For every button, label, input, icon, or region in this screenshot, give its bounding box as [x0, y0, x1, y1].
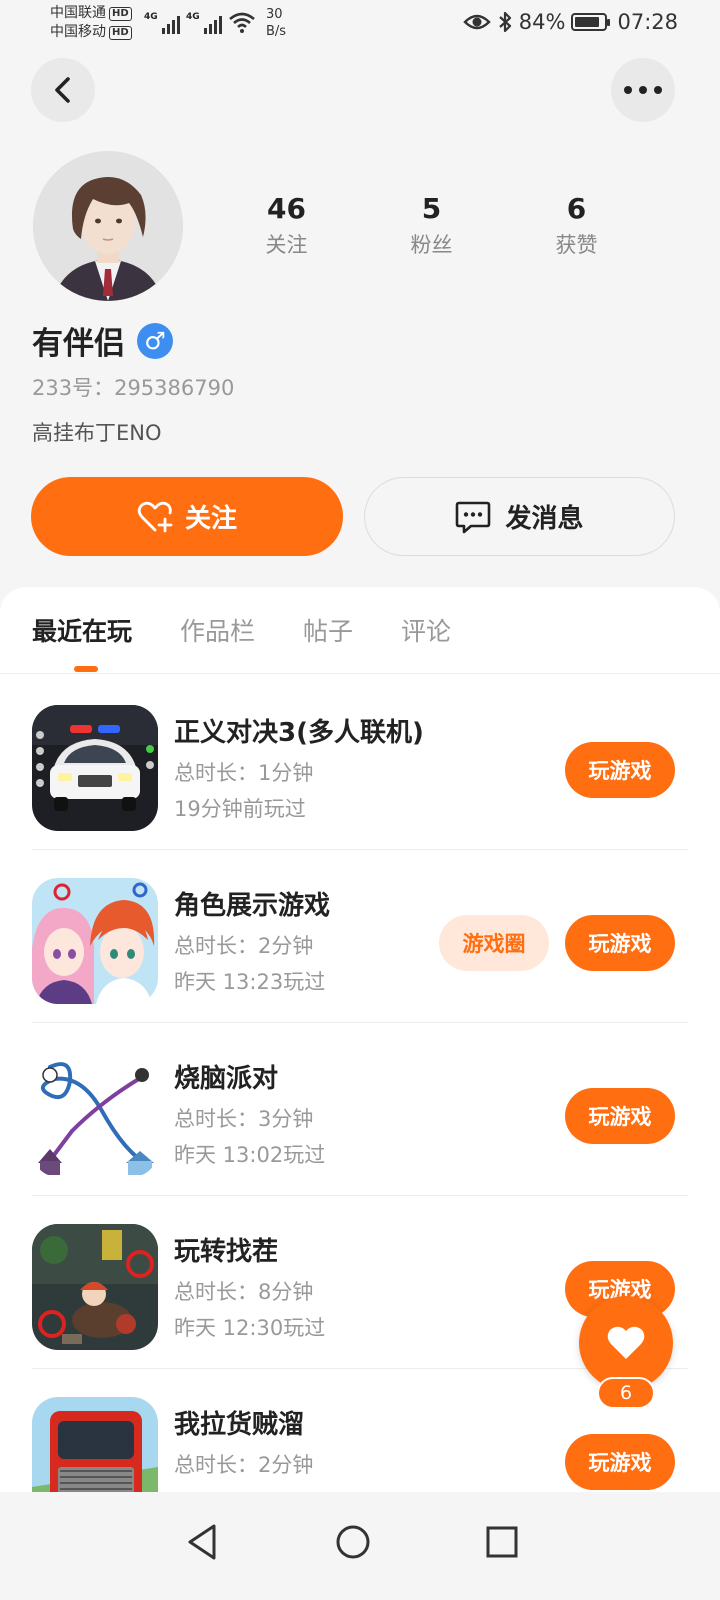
- hd-badge: HD: [109, 26, 132, 40]
- battery-percent: 84%: [518, 10, 566, 34]
- game-title: 我拉货贼溜: [174, 1410, 305, 1440]
- game-icon-spot-difference[interactable]: [32, 1224, 158, 1350]
- stat-followers[interactable]: 5 粉丝: [359, 192, 504, 260]
- tab-divider: [0, 673, 720, 674]
- follow-label: 关注: [184, 503, 237, 533]
- carrier-2: 中国移动: [50, 24, 106, 40]
- game-last-played: 昨天 12:30玩过: [174, 1316, 326, 1340]
- signal-icon: 4G: [144, 12, 180, 34]
- play-game-button[interactable]: 玩游戏: [565, 1434, 675, 1490]
- game-item[interactable]: 正义对决3(多人联机) 总时长：1分钟 19分钟前玩过 玩游戏: [0, 677, 720, 850]
- like-count-badge: 6: [597, 1377, 655, 1409]
- name-row: 有伴侣 ♂: [32, 318, 173, 363]
- avatar[interactable]: [33, 151, 183, 301]
- hd-badge: HD: [109, 7, 132, 21]
- game-icon-police-car[interactable]: [32, 705, 158, 831]
- user-name: 有伴侣: [32, 326, 125, 362]
- game-duration: 总时长：1分钟: [174, 761, 314, 785]
- network-speed: 30 B/s: [266, 7, 287, 39]
- bluetooth-icon: [499, 11, 511, 33]
- nav-back-button[interactable]: [172, 1512, 232, 1572]
- status-bar: 中国联通 HD 中国移动 HD 4G 4G 30 B/s 84% 07:28: [0, 0, 720, 48]
- game-icon-anime-characters[interactable]: [32, 878, 158, 1004]
- game-title: 正义对决3(多人联机): [174, 718, 424, 748]
- carrier-info: 中国联通 HD 中国移动 HD: [50, 4, 132, 42]
- tab-works[interactable]: 作品栏: [180, 615, 255, 649]
- game-duration: 总时长：8分钟: [174, 1280, 314, 1304]
- game-title: 烧脑派对: [174, 1064, 279, 1094]
- battery-icon: [571, 13, 611, 31]
- game-circle-button[interactable]: 游戏圈: [439, 915, 549, 971]
- tab-indicator: [74, 666, 98, 672]
- avatar-image: [33, 151, 183, 301]
- play-game-button[interactable]: 玩游戏: [565, 1088, 675, 1144]
- wifi-icon: [229, 12, 255, 33]
- eye-icon: [463, 14, 491, 30]
- tab-posts[interactable]: 帖子: [303, 615, 353, 649]
- heart-plus-icon: [137, 501, 173, 532]
- game-title: 玩转找茬: [174, 1237, 279, 1267]
- male-gender-icon: ♂: [137, 322, 173, 359]
- back-button[interactable]: [31, 58, 95, 122]
- game-item[interactable]: 角色展示游戏 总时长：2分钟 昨天 13:23玩过 游戏圈 玩游戏: [0, 850, 720, 1023]
- game-last-played: 昨天 13:23玩过: [174, 970, 326, 994]
- message-button[interactable]: 发消息: [364, 477, 675, 556]
- profile-stats: 46 关注 5 粉丝 6 获赞: [214, 192, 650, 260]
- follow-button[interactable]: 关注: [31, 477, 343, 556]
- message-label: 发消息: [505, 503, 584, 533]
- profile-tabs: 最近在玩 作品栏 帖子 评论: [32, 615, 499, 649]
- clock: 07:28: [617, 10, 678, 34]
- game-duration: 总时长：2分钟: [174, 1453, 314, 1477]
- game-duration: 总时长：3分钟: [174, 1107, 314, 1131]
- game-icon-puzzle-lines[interactable]: [32, 1051, 158, 1177]
- nav-home-button[interactable]: [323, 1512, 383, 1572]
- more-dots-icon: [624, 86, 662, 94]
- nav-recents-button[interactable]: [472, 1512, 532, 1572]
- triangle-back-icon: [188, 1524, 216, 1560]
- game-title: 角色展示游戏: [174, 891, 331, 921]
- play-game-button[interactable]: 玩游戏: [565, 915, 675, 971]
- game-last-played: 19分钟前玩过: [174, 797, 306, 821]
- chevron-left-icon: [55, 77, 70, 103]
- message-bubble-icon: [456, 501, 491, 533]
- game-last-played: 昨天 13:02玩过: [174, 1143, 326, 1167]
- square-recents-icon: [486, 1526, 518, 1558]
- signal-icon: 4G: [186, 12, 222, 34]
- more-button[interactable]: [611, 58, 675, 122]
- stat-following[interactable]: 46 关注: [214, 192, 359, 260]
- circle-home-icon: [336, 1525, 370, 1559]
- play-game-button[interactable]: 玩游戏: [565, 742, 675, 798]
- stat-likes[interactable]: 6 获赞: [504, 192, 649, 260]
- heart-icon: [607, 1326, 645, 1359]
- user-id: 233号：295386790: [32, 376, 235, 400]
- game-icon-truck[interactable]: [32, 1397, 158, 1492]
- system-nav-bar: [0, 1492, 720, 1600]
- tab-recently-played[interactable]: 最近在玩: [32, 615, 132, 649]
- user-bio: 高挂布丁ENO: [32, 421, 162, 445]
- tab-comments[interactable]: 评论: [401, 615, 451, 649]
- like-fab[interactable]: [579, 1296, 673, 1390]
- carrier-1: 中国联通: [50, 5, 106, 21]
- game-duration: 总时长：2分钟: [174, 934, 314, 958]
- status-right: 84% 07:28: [463, 10, 678, 34]
- game-item[interactable]: 烧脑派对 总时长：3分钟 昨天 13:02玩过 玩游戏: [0, 1023, 720, 1196]
